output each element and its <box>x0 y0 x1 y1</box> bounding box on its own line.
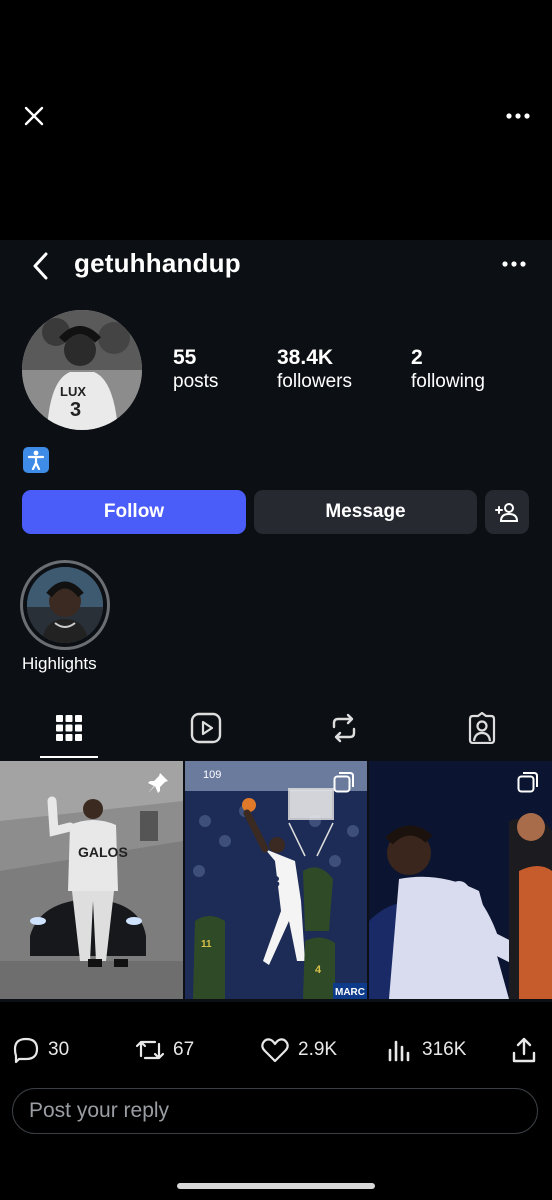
active-tab-indicator <box>40 756 98 758</box>
repost-icon <box>135 1040 165 1060</box>
profile-username: getuhhandup <box>74 248 241 278</box>
more-horizontal-icon <box>502 261 526 267</box>
tab-posts-grid[interactable] <box>47 708 91 748</box>
share-icon <box>512 1037 536 1063</box>
highlight-story[interactable] <box>20 560 110 650</box>
reply-placeholder: Post your reply <box>29 1099 170 1122</box>
suggest-users-button[interactable] <box>485 490 529 534</box>
tab-tagged[interactable] <box>460 708 504 748</box>
close-button[interactable] <box>16 98 52 134</box>
svg-text:11: 11 <box>201 939 212 950</box>
profile-more-button[interactable] <box>496 252 532 276</box>
share-action[interactable] <box>510 1034 538 1066</box>
svg-text:3: 3 <box>70 399 81 421</box>
svg-text:109: 109 <box>203 769 221 781</box>
svg-text:4: 4 <box>315 964 322 976</box>
grid-post-1-text: GALOS <box>78 844 128 860</box>
more-options-button[interactable] <box>500 98 536 134</box>
reposts-icon <box>332 713 356 743</box>
pin-icon <box>148 773 168 793</box>
highlight-thumbnail <box>27 567 103 643</box>
heart-icon <box>261 1038 289 1063</box>
svg-text:3: 3 <box>271 874 280 891</box>
repost-count: 67 <box>173 1039 195 1060</box>
following-stat[interactable]: 2 following <box>411 346 485 394</box>
reply-input[interactable]: Post your reply <box>12 1088 538 1134</box>
tab-reels[interactable] <box>184 708 228 748</box>
grid-post-2[interactable]: 3 11 4 MARC 109 <box>185 761 367 999</box>
following-label: following <box>411 371 485 392</box>
message-button[interactable]: Message <box>254 490 477 534</box>
like-count: 2.9K <box>298 1039 338 1060</box>
close-icon <box>24 106 44 126</box>
reply-action[interactable]: 30 <box>12 1034 69 1066</box>
grid-post-3[interactable] <box>369 761 552 999</box>
reels-icon <box>190 712 222 744</box>
reply-icon <box>13 1037 39 1064</box>
grid-icon <box>56 715 82 741</box>
following-count: 2 <box>411 346 423 369</box>
grid-post-1[interactable]: GALOS <box>0 761 183 999</box>
tab-reposts[interactable] <box>322 708 366 748</box>
back-button[interactable] <box>22 250 58 282</box>
views-action[interactable]: 316K <box>386 1034 466 1066</box>
tagged-icon <box>468 712 496 744</box>
svg-text:MARC: MARC <box>335 987 365 998</box>
follow-button[interactable]: Follow <box>22 490 246 534</box>
carousel-icon <box>517 772 538 793</box>
svg-text:LUX: LUX <box>60 384 86 399</box>
views-count: 316K <box>422 1039 467 1060</box>
profile-avatar: LUX 3 <box>22 310 142 430</box>
more-horizontal-icon <box>506 113 530 119</box>
carousel-icon <box>333 772 354 793</box>
home-indicator[interactable] <box>177 1183 375 1189</box>
person-standing-icon <box>23 447 49 473</box>
posts-count: 55 <box>173 346 197 369</box>
followers-count: 38.4K <box>277 346 334 369</box>
posts-stat[interactable]: 55 posts <box>173 346 218 394</box>
reply-count: 30 <box>48 1039 70 1060</box>
chevron-left-icon <box>33 252 48 280</box>
posts-label: posts <box>173 371 219 392</box>
highlight-label: Highlights <box>22 654 97 673</box>
like-action[interactable]: 2.9K <box>260 1034 337 1066</box>
add-person-icon <box>495 503 519 522</box>
followers-label: followers <box>277 371 352 392</box>
attached-image[interactable]: getuhhandup LUX 3 55 posts 38.4K followe… <box>0 240 552 1002</box>
repost-action[interactable]: 67 <box>135 1034 194 1066</box>
followers-stat[interactable]: 38.4K followers <box>277 346 352 394</box>
views-icon <box>388 1040 410 1062</box>
